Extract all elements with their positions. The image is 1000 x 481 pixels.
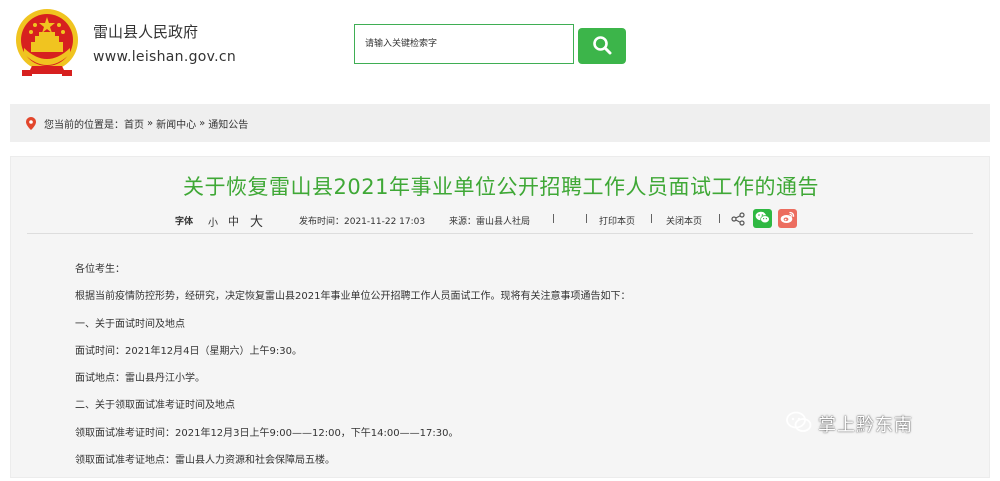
watermark-text: 掌上黔东南 <box>818 415 913 436</box>
search-icon <box>592 35 612 58</box>
wechat-icon <box>755 211 770 227</box>
article-source: 来源：雷山县人社局 <box>449 217 531 227</box>
print-page-link[interactable]: 打印本页 <box>599 214 635 227</box>
article-title: 关于恢复雷山县2021年事业单位公开招聘工作人员面试工作的通告 <box>183 175 819 199</box>
close-page-link[interactable]: 关闭本页 <box>666 214 702 227</box>
title-divider <box>27 233 973 234</box>
watermark: 掌上黔东南 <box>786 409 913 439</box>
search-button[interactable] <box>578 28 626 64</box>
article-paragraph: 面试时间：2021年12月4日（星期六）上午9:30。 <box>75 345 302 357</box>
font-small-button[interactable]: 小 <box>208 214 218 229</box>
search-box <box>354 24 574 64</box>
meta-separator: | <box>650 214 654 224</box>
meta-separator: | <box>552 214 556 224</box>
breadcrumb: 您当前的位置是： 首页 » 新闻中心 » 通知公告 <box>10 104 990 142</box>
breadcrumb-prefix: 您当前的位置是： <box>44 119 124 131</box>
publish-time: 发布时间：2021-11-22 17:03 <box>299 217 426 227</box>
national-emblem-logo[interactable] <box>14 8 80 80</box>
site-header: 雷山县人民政府 www.leishan.gov.cn <box>0 0 1000 100</box>
article-paragraph: 领取面试准考证地点：雷山县人力资源和社会保障局五楼。 <box>75 455 335 467</box>
article-body: 各位考生： 根据当前疫情防控形势，经研究，决定恢复雷山县2021年事业单位公开招… <box>75 263 955 481</box>
breadcrumb-separator: » <box>199 117 206 129</box>
article-meta: 字体 小 中 大 发布时间：2021-11-22 17:03 来源：雷山县人社局… <box>11 209 991 232</box>
article-paragraph: 根据当前疫情防控形势，经研究，决定恢复雷山县2021年事业单位公开招聘工作人员面… <box>75 291 631 303</box>
breadcrumb-separator: » <box>147 117 154 129</box>
wechat-share-button[interactable] <box>753 209 772 228</box>
search-input[interactable] <box>355 25 573 63</box>
font-size-label: 字体 <box>175 217 194 227</box>
article-paragraph: 一、关于面试时间及地点 <box>75 318 185 330</box>
breadcrumb-notice-link[interactable]: 通知公告 <box>208 116 248 131</box>
site-name: 雷山县人民政府 <box>93 23 199 41</box>
breadcrumb-home-link[interactable]: 首页 <box>124 116 144 131</box>
article-paragraph: 面试地点：雷山县丹江小学。 <box>75 373 205 385</box>
site-url: www.leishan.gov.cn <box>93 49 237 65</box>
wechat-channel-icon <box>786 411 818 438</box>
meta-separator: | <box>585 214 589 224</box>
share-icon[interactable] <box>731 212 745 229</box>
weibo-share-button[interactable] <box>778 209 797 228</box>
font-large-button[interactable]: 大 <box>250 211 263 230</box>
weibo-icon <box>780 211 795 227</box>
location-pin-icon <box>26 116 36 130</box>
font-medium-button[interactable]: 中 <box>228 213 239 229</box>
meta-separator: | <box>718 214 722 224</box>
breadcrumb-news-link[interactable]: 新闻中心 <box>156 116 196 131</box>
article-paragraph: 各位考生： <box>75 264 125 275</box>
